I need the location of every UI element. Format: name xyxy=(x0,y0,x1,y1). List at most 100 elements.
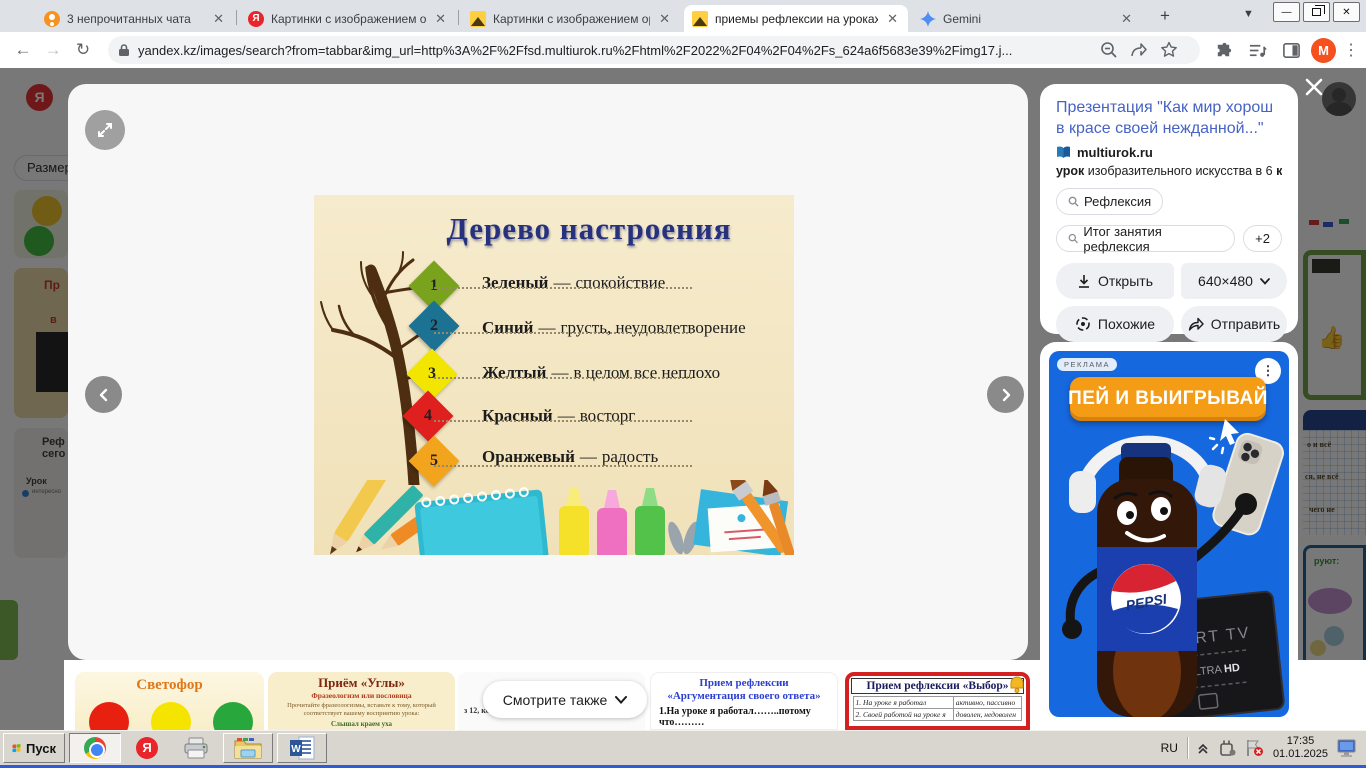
tray-flag-error-icon[interactable] xyxy=(1245,739,1264,757)
similar-images-button[interactable]: Похожие xyxy=(1056,306,1174,342)
svg-text:HD: HD xyxy=(1223,662,1240,676)
ad-label: РЕКЛАМА xyxy=(1057,358,1117,371)
mood-line-2: Синий—грусть, неудовлетворение xyxy=(482,318,746,338)
start-button[interactable]: Пуск xyxy=(3,733,65,763)
tab-close-icon[interactable]: ✕ xyxy=(885,11,900,27)
result-title-link[interactable]: Презентация "Как мир хорош в красе своей… xyxy=(1056,97,1282,139)
window-controls: — ✕ xyxy=(1273,2,1360,22)
profile-avatar[interactable]: M xyxy=(1311,38,1336,63)
mood-line-4: Красный—восторг xyxy=(482,406,635,426)
ad-card[interactable]: РЕКЛАМА ⋮ ПЕЙ И ВЫИГРЫВАЙ SMART TV 4K UL… xyxy=(1040,342,1298,726)
tab-search-chevron-icon[interactable]: ▼ xyxy=(1243,8,1254,20)
yandex-browser-icon: Я xyxy=(136,737,158,759)
taskbar-yandex-button[interactable]: Я xyxy=(125,733,169,763)
thumbnail-argumentacia[interactable]: Прием рефлексии«Аргументация своего отве… xyxy=(650,672,838,730)
minimize-button[interactable]: — xyxy=(1273,2,1300,22)
tab-strip: 3 непрочитанных чата ✕ Я Картинки с изоб… xyxy=(0,0,1366,32)
windows-logo-icon xyxy=(12,740,21,756)
extensions-puzzle-icon[interactable] xyxy=(1209,36,1237,64)
similar-icon xyxy=(1075,316,1091,332)
address-bar[interactable]: yandex.kz/images/search?from=tabbar&img_… xyxy=(108,36,1200,64)
tab-gemini[interactable]: Gemini ✕ xyxy=(912,5,1142,32)
thumbnail-svetofor[interactable]: Светофор xyxy=(75,672,264,730)
thumbnail-vybor[interactable]: Прием рефлексии «Выбор» 1. На уроке я ра… xyxy=(845,672,1030,730)
zoom-out-icon[interactable] xyxy=(1100,41,1130,59)
tab-close-icon[interactable]: ✕ xyxy=(1119,11,1134,27)
chevron-down-icon xyxy=(1260,278,1270,285)
source-site[interactable]: multiurok.ru xyxy=(1056,145,1282,160)
thumbnail-ugly[interactable]: Приём «Углы» Фразеологизм или пословица … xyxy=(268,672,455,730)
tab-close-icon[interactable]: ✕ xyxy=(433,11,448,27)
url-text: yandex.kz/images/search?from=tabbar&img_… xyxy=(138,43,1100,58)
yandex-images-page: Я Размер Пр в Рефсего Урок интересно 👍 xyxy=(0,68,1366,730)
related-tag-2[interactable]: Итог занятия рефлексия xyxy=(1056,225,1235,252)
image-viewer: Дерево настроения xyxy=(68,84,1028,660)
yandex-icon: Я xyxy=(248,11,264,27)
tab-active-reflexia[interactable]: приемы рефлексии на уроках в ✕ xyxy=(684,5,908,32)
new-tab-button[interactable]: + xyxy=(1160,6,1170,26)
next-image-button[interactable] xyxy=(987,376,1024,413)
related-tag-1[interactable]: Рефлексия xyxy=(1056,188,1163,215)
tab-title: 3 непрочитанных чата xyxy=(67,12,204,26)
cursor-icon xyxy=(1209,413,1251,455)
poster-title: Дерево настроения xyxy=(389,211,789,247)
restore-button[interactable] xyxy=(1303,2,1330,22)
date: 01.01.2025 xyxy=(1273,748,1328,761)
taskbar: Пуск Я W RU 17:35 01.01.20 xyxy=(0,730,1366,768)
tab-close-icon[interactable]: ✕ xyxy=(211,11,226,27)
mood-line-3: Желтый—в целом все неплохо xyxy=(482,363,720,383)
taskbar-chrome-button[interactable] xyxy=(69,733,121,763)
tray-expand-icon[interactable] xyxy=(1197,742,1209,754)
bookmark-star-icon[interactable] xyxy=(1160,41,1190,59)
ad-banner[interactable]: РЕКЛАМА ⋮ ПЕЙ И ВЫИГРЫВАЙ SMART TV 4K UL… xyxy=(1049,351,1289,717)
prev-image-button[interactable] xyxy=(85,376,122,413)
open-image-button[interactable]: Открыть xyxy=(1056,263,1174,299)
taskbar-printer-button[interactable] xyxy=(173,733,219,763)
language-indicator[interactable]: RU xyxy=(1161,741,1178,755)
svg-text:W: W xyxy=(291,744,301,755)
search-icon xyxy=(1068,196,1079,207)
show-desktop-icon[interactable] xyxy=(1337,738,1359,758)
tab-yandex-images-1[interactable]: Я Картинки с изображением орган ✕ xyxy=(240,5,456,32)
tab-title: приемы рефлексии на уроках в xyxy=(715,12,878,26)
close-viewer-icon[interactable] xyxy=(1303,76,1325,98)
multiurok-favicon xyxy=(1056,146,1071,159)
menu-kebab-icon[interactable]: ⋮ xyxy=(1342,36,1360,64)
tab-ok-chats[interactable]: 3 непрочитанных чата ✕ xyxy=(36,5,234,32)
stationery-illustration xyxy=(314,480,794,555)
mood-tree-poster[interactable]: Дерево настроения xyxy=(314,195,794,555)
taskbar-folder-button[interactable] xyxy=(223,733,273,763)
forward-icon[interactable]: → xyxy=(38,40,68,60)
printer-icon xyxy=(183,737,209,759)
lock-icon xyxy=(118,43,130,57)
reading-list-icon[interactable] xyxy=(1243,36,1271,64)
tab-yandex-images-2[interactable]: Картинки с изображением орган ✕ xyxy=(462,5,680,32)
chrome-icon xyxy=(84,737,106,759)
fullscreen-expand-button[interactable] xyxy=(85,110,125,150)
pepsi-illustration: SMART TV 4K ULTRA HD xyxy=(1049,421,1287,717)
taskbar-word-button[interactable]: W xyxy=(277,733,327,763)
download-icon xyxy=(1077,274,1091,289)
more-tags-button[interactable]: +2 xyxy=(1243,225,1282,252)
gemini-icon xyxy=(920,11,936,27)
image-file-icon xyxy=(692,11,708,27)
site-name: multiurok.ru xyxy=(1077,145,1153,160)
share-icon[interactable] xyxy=(1130,41,1160,59)
tab-separator xyxy=(236,10,237,25)
result-description: урок изобразительного искусства в 6 клас… xyxy=(1056,164,1282,178)
bell-icon xyxy=(1006,674,1028,696)
side-panel-icon[interactable] xyxy=(1277,36,1305,64)
mood-line-1: Зеленый—спокойствие xyxy=(482,273,665,293)
see-also-button[interactable]: Смотрите также xyxy=(483,681,647,718)
tab-close-icon[interactable]: ✕ xyxy=(657,11,672,27)
browser-toolbar: ← → ↻ yandex.kz/images/search?from=tabba… xyxy=(0,32,1366,68)
tray-clock[interactable]: 17:35 01.01.2025 xyxy=(1273,735,1328,761)
send-arrow-icon xyxy=(1188,317,1204,331)
reload-icon[interactable]: ↻ xyxy=(68,40,98,60)
tab-title: Картинки с изображением орган xyxy=(271,12,426,26)
size-dropdown[interactable]: 640×480 xyxy=(1181,263,1287,299)
tray-device-icon[interactable] xyxy=(1218,739,1236,757)
send-button[interactable]: Отправить xyxy=(1181,306,1287,342)
close-window-button[interactable]: ✕ xyxy=(1333,2,1360,22)
back-icon[interactable]: ← xyxy=(8,40,38,60)
